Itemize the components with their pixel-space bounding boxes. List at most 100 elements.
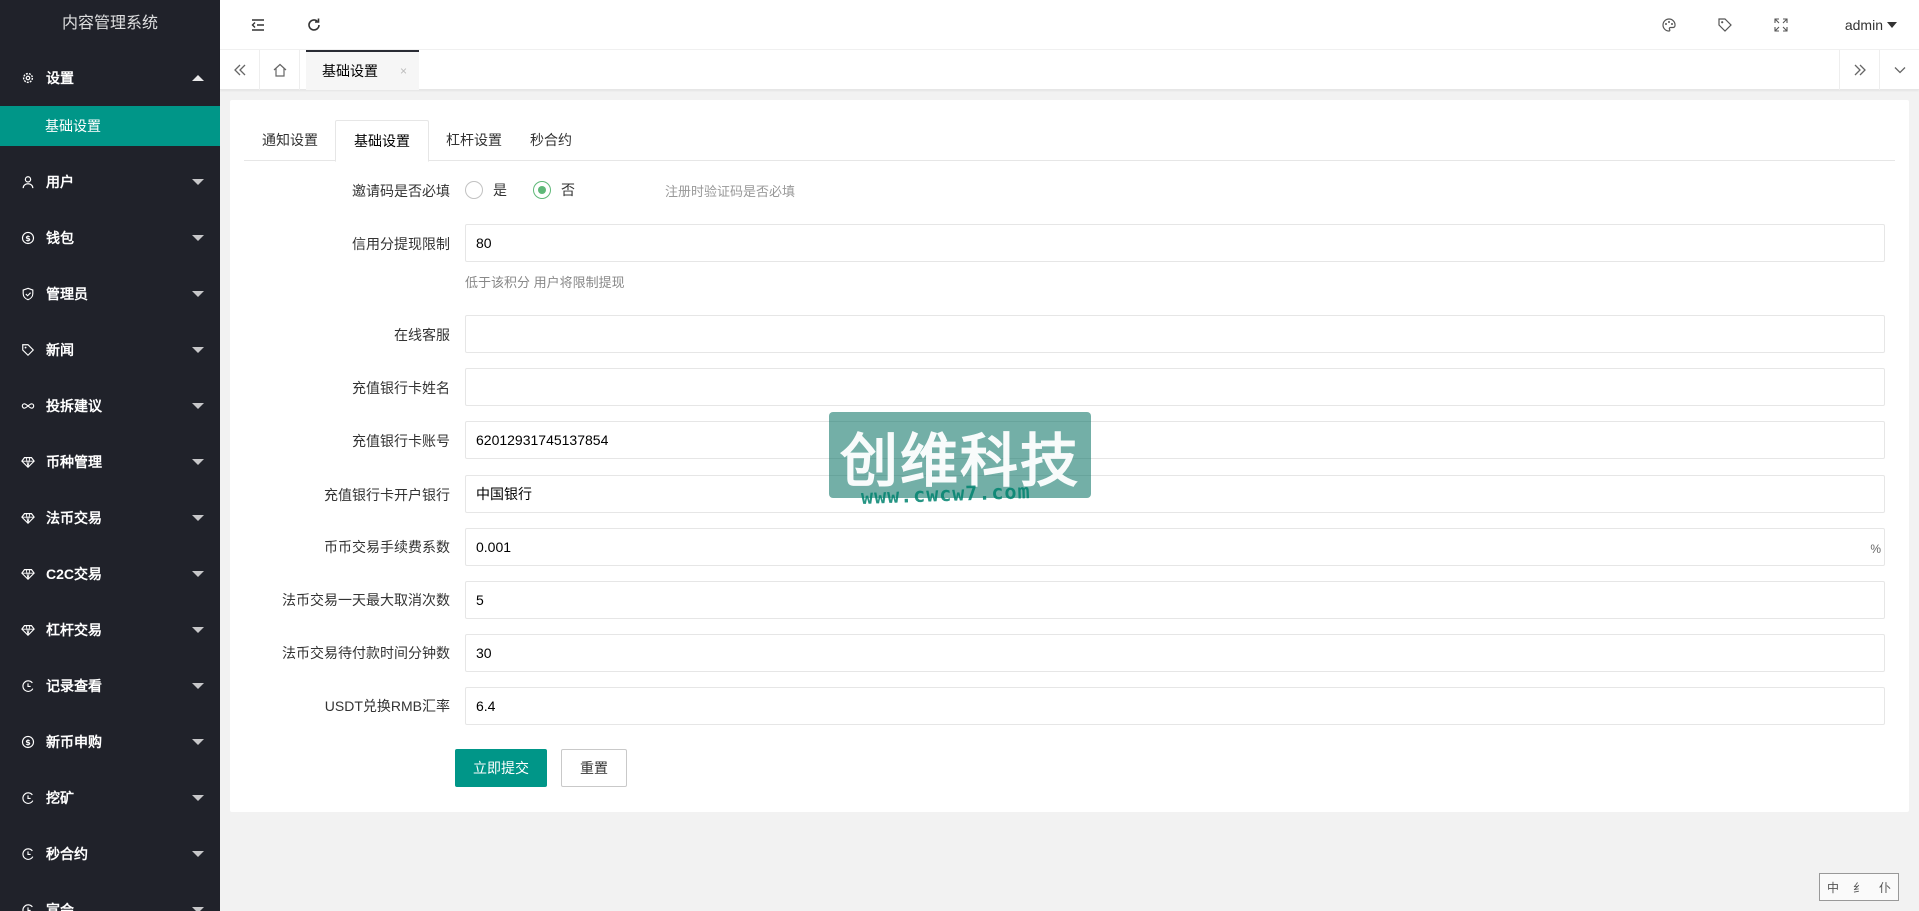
clock-icon xyxy=(20,678,36,694)
gear-icon xyxy=(20,70,36,86)
sidebar-item-label: 法币交易 xyxy=(46,510,102,526)
clock-icon xyxy=(20,846,36,862)
bank-card-number-input[interactable] xyxy=(465,421,1885,459)
refresh-icon[interactable] xyxy=(294,0,334,50)
sidebar-item-c2c[interactable]: C2C交易 xyxy=(0,546,220,602)
diamond-icon xyxy=(20,566,36,582)
sidebar-item-users[interactable]: 用户 xyxy=(0,154,220,210)
sidebar-item-fiat-trade[interactable]: 法币交易 xyxy=(0,490,220,546)
sidebar-item-leverage[interactable]: 杠杆交易 xyxy=(0,602,220,658)
chevron-up-icon xyxy=(192,75,204,81)
invite-required-hint: 注册时验证码是否必填 xyxy=(665,184,796,199)
field-label: 充值银行卡开户银行 xyxy=(324,487,450,503)
max-cancel-input[interactable] xyxy=(465,581,1885,619)
svg-text:$: $ xyxy=(25,234,30,243)
coin-icon: $ xyxy=(20,230,36,246)
bank-name-input[interactable] xyxy=(465,475,1885,513)
radio-label: 否 xyxy=(561,182,575,198)
sidebar-item-suggestions[interactable]: 投拆建议 xyxy=(0,378,220,434)
form-tabs: 通知设置 基础设置 杠杆设置 秒合约 xyxy=(244,120,1895,162)
menu-fold-icon[interactable] xyxy=(238,0,278,50)
sidebar-item-more[interactable]: 宣会 xyxy=(0,882,220,911)
chevron-down-icon xyxy=(192,515,204,521)
field-label: 在线客服 xyxy=(394,327,450,343)
username: admin xyxy=(1844,17,1883,33)
sidebar-item-second-contract[interactable]: 秒合约 xyxy=(0,826,220,882)
tabs-scroll-right-icon[interactable] xyxy=(1839,50,1879,90)
tab-label: 基础设置 xyxy=(322,63,378,79)
sidebar-subitem-basic-settings[interactable]: 基础设置 xyxy=(0,106,220,146)
tab-notification-settings[interactable]: 通知设置 xyxy=(244,120,336,161)
sidebar-item-records[interactable]: 记录查看 xyxy=(0,658,220,714)
credit-limit-hint: 低于该积分 用户将限制提现 xyxy=(465,275,625,290)
sidebar-item-label: 币种管理 xyxy=(46,454,102,470)
sidebar-item-label: 秒合约 xyxy=(46,846,88,862)
tab-leverage-settings[interactable]: 杠杆设置 xyxy=(428,120,520,161)
chevron-down-icon xyxy=(192,683,204,689)
tabs-more-icon[interactable] xyxy=(1879,50,1919,90)
field-label: 充值银行卡账号 xyxy=(352,433,450,449)
usdt-rate-input[interactable] xyxy=(465,687,1885,725)
invite-required-yes-radio[interactable]: 是 xyxy=(465,180,507,200)
fullscreen-icon[interactable] xyxy=(1761,0,1801,50)
field-label: 币币交易手续费系数 xyxy=(324,539,450,555)
fee-coefficient-input[interactable] xyxy=(465,528,1885,566)
sidebar-item-wallet[interactable]: $ 钱包 xyxy=(0,210,220,266)
home-icon[interactable] xyxy=(260,50,300,90)
infinity-icon xyxy=(20,398,36,414)
user-menu[interactable]: admin xyxy=(1845,0,1897,50)
sidebar-item-mining[interactable]: 挖矿 xyxy=(0,770,220,826)
sidebar-item-label: 设置 xyxy=(46,70,74,86)
page-tabs-bar: 基础设置 × xyxy=(220,50,1919,90)
reset-button[interactable]: 重置 xyxy=(561,749,627,787)
submit-button[interactable]: 立即提交 xyxy=(455,749,547,787)
theme-icon[interactable] xyxy=(1649,0,1689,50)
field-label: 法币交易待付款时间分钟数 xyxy=(282,645,450,661)
bank-card-name-input[interactable] xyxy=(465,368,1885,406)
sidebar-item-new-coin[interactable]: $ 新币申购 xyxy=(0,714,220,770)
diamond-icon xyxy=(20,454,36,470)
tab-basic-settings[interactable]: 基础设置 xyxy=(335,120,429,162)
sidebar-item-label: 新闻 xyxy=(46,342,74,358)
chevron-down-icon xyxy=(192,235,204,241)
user-icon xyxy=(20,174,36,190)
chevron-down-icon xyxy=(192,291,204,297)
chevron-down-icon xyxy=(192,459,204,465)
sidebar-item-settings[interactable]: 设置 xyxy=(0,50,220,106)
diamond-icon xyxy=(20,622,36,638)
chevron-down-icon xyxy=(192,571,204,577)
sidebar-item-label: 宣会 xyxy=(46,902,74,911)
sidebar-item-admins[interactable]: 管理员 xyxy=(0,266,220,322)
tab-basic-settings[interactable]: 基础设置 × xyxy=(306,50,419,90)
radio-circle xyxy=(465,181,483,199)
sidebar-item-label: 钱包 xyxy=(46,230,74,246)
payment-minutes-input[interactable] xyxy=(465,634,1885,672)
radio-circle xyxy=(533,181,551,199)
online-service-input[interactable] xyxy=(465,315,1885,353)
sidebar-item-label: 投拆建议 xyxy=(46,398,102,414)
clock-icon xyxy=(20,902,36,911)
chevron-down-icon xyxy=(192,347,204,353)
chevron-down-icon xyxy=(192,179,204,185)
coin-icon: $ xyxy=(20,734,36,750)
chevron-down-icon xyxy=(192,627,204,633)
chevron-down-icon xyxy=(192,907,204,911)
field-label: 充值银行卡姓名 xyxy=(352,380,450,396)
tab-second-contract[interactable]: 秒合约 xyxy=(512,120,590,161)
tag-icon xyxy=(20,342,36,358)
sidebar-item-label: 挖矿 xyxy=(46,790,74,806)
corner-stamp: 中 纟 仆 xyxy=(1819,873,1899,901)
sidebar-item-news[interactable]: 新闻 xyxy=(0,322,220,378)
field-label: USDT兑换RMB汇率 xyxy=(324,698,450,714)
chevron-down-icon xyxy=(1887,22,1897,28)
chevron-down-icon xyxy=(192,739,204,745)
sidebar-item-label: 记录查看 xyxy=(46,678,102,694)
invite-required-no-radio[interactable]: 否 xyxy=(533,180,575,200)
close-icon[interactable]: × xyxy=(400,64,407,78)
tabs-scroll-left-icon[interactable] xyxy=(220,50,260,90)
credit-limit-input[interactable] xyxy=(465,224,1885,262)
sidebar-item-currency[interactable]: 币种管理 xyxy=(0,434,220,490)
field-label: 法币交易一天最大取消次数 xyxy=(282,592,450,608)
tag-icon[interactable] xyxy=(1705,0,1745,50)
sidebar-item-label: 杠杆交易 xyxy=(46,622,102,638)
